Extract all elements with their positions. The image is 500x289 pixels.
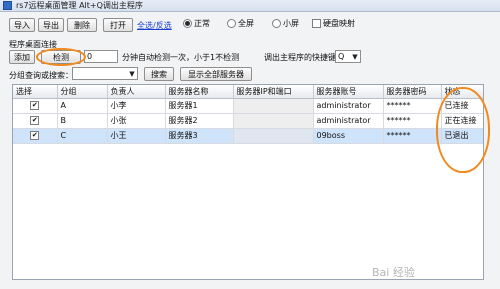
add-button[interactable]: 添加 [9,50,35,64]
server-account-cell: 09boss [313,128,384,144]
select-cell[interactable]: ✔ [13,98,58,114]
open-button[interactable]: 打开 [103,18,133,32]
mode-normal-option[interactable]: 正常 [183,18,210,29]
server-name-cell: 服务器1 [165,98,234,114]
import-button[interactable]: 导入 [9,18,35,32]
group-cell: A [57,98,108,114]
column-header[interactable]: 服务器密码 [383,85,442,99]
radio-fullscreen-icon[interactable] [227,19,236,28]
owner-cell: 小王 [107,128,166,144]
server-name-cell: 服务器3 [165,128,234,144]
server-password-cell: ****** [383,98,442,114]
search-button[interactable]: 搜索 [144,67,174,81]
search-combobox[interactable]: ▼ [72,67,138,80]
mode-normal-label: 正常 [194,19,210,28]
hotkey-value: Q [338,52,345,61]
table-row[interactable]: ✔ B 小张 服务器2 administrator ****** 正在连接 [13,113,483,129]
search-label: 分组查询或搜索： [9,71,73,80]
status-column-annotation [436,87,490,173]
disk-mapping-option[interactable]: 硬盘映射 [312,18,355,29]
server-account-cell: administrator [313,113,384,129]
app-icon [3,1,12,10]
window-title: rs7远程桌面管理 Alt+Q调出主程序 [16,1,143,10]
server-ip-cell [233,98,314,114]
title-bar: rs7远程桌面管理 Alt+Q调出主程序 [0,0,500,12]
export-button[interactable]: 导出 [38,18,64,32]
column-header[interactable]: 服务器IP和端口 [233,85,314,99]
server-name-cell: 服务器2 [165,113,234,129]
select-all-link[interactable]: 全选/反选 [137,20,172,31]
interval-input[interactable]: 0 [84,50,118,63]
row-checkbox[interactable]: ✔ [30,131,40,140]
column-header[interactable]: 分组 [57,85,108,99]
mode-fullscreen-option[interactable]: 全屏 [227,18,254,29]
select-cell[interactable]: ✔ [13,128,58,144]
row-checkbox[interactable]: ✔ [30,116,40,125]
mode-small-label: 小屏 [283,19,299,28]
main-window: rs7远程桌面管理 Alt+Q调出主程序 导入 导出 删除 打开 全选/反选 正… [0,0,500,289]
disk-mapping-checkbox[interactable] [312,19,321,28]
watermark: Bai 经验 [372,266,415,279]
radio-normal-icon[interactable] [183,19,192,28]
delete-button[interactable]: 删除 [67,18,97,32]
detect-button-annotation [36,48,86,66]
radio-small-icon[interactable] [272,19,281,28]
show-all-servers-button[interactable]: 显示全部服务器 [180,67,252,81]
column-header[interactable]: 负责人 [107,85,166,99]
table-row[interactable]: ✔ C 小王 服务器3 09boss ****** 已退出 [13,128,483,144]
group-cell: B [57,113,108,129]
interval-description: 分钟自动检测一次，小于1不检测 [122,53,240,62]
server-ip-cell [233,113,314,129]
hotkey-select[interactable]: Q ▼ [335,50,361,63]
column-header[interactable]: 服务器名称 [165,85,234,99]
disk-mapping-label: 硬盘映射 [323,19,355,28]
server-ip-cell [233,128,314,144]
owner-cell: 小张 [107,113,166,129]
server-table: 选择 分组 负责人 服务器名称 服务器IP和端口 服务器账号 服务器密码 状态 … [12,84,484,280]
owner-cell: 小李 [107,98,166,114]
column-header[interactable]: 选择 [13,85,58,99]
group-cell: C [57,128,108,144]
toolbar: 导入 导出 删除 打开 全选/反选 正常 全屏 小屏 硬盘映射 [0,12,500,38]
server-account-cell: administrator [313,98,384,114]
table-header-row: 选择 分组 负责人 服务器名称 服务器IP和端口 服务器账号 服务器密码 状态 [13,85,483,99]
mode-fullscreen-label: 全屏 [238,19,254,28]
table-row[interactable]: ✔ A 小李 服务器1 administrator ****** 已连接 [13,98,483,114]
select-cell[interactable]: ✔ [13,113,58,129]
column-header[interactable]: 服务器账号 [313,85,384,99]
row-checkbox[interactable]: ✔ [30,101,40,110]
chevron-down-icon: ▼ [129,69,135,78]
server-password-cell: ****** [383,128,442,144]
chevron-down-icon: ▼ [352,52,358,61]
server-password-cell: ****** [383,113,442,129]
mode-small-option[interactable]: 小屏 [272,18,299,29]
